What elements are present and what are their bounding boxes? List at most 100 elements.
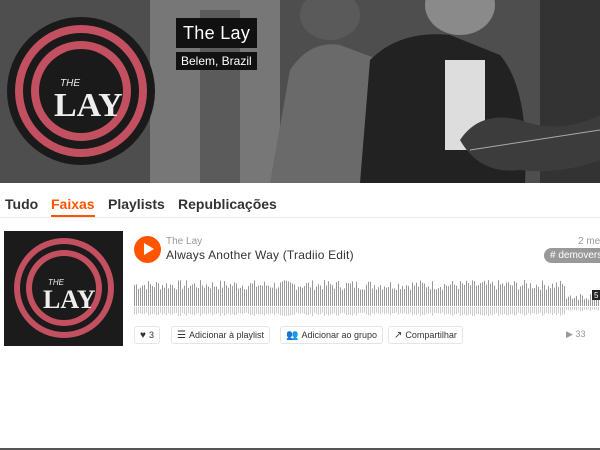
waveform-bar: [136, 284, 137, 306]
waveform-reflection-bar: [228, 307, 229, 314]
like-button[interactable]: ♥ 3: [134, 326, 160, 344]
waveform-bar: [472, 280, 473, 306]
waveform-reflection-bar: [378, 307, 379, 314]
waveform-bar: [310, 287, 311, 306]
waveform-reflection-bar: [582, 307, 583, 311]
track-uploader[interactable]: The Lay: [166, 236, 202, 247]
waveform-bar: [180, 280, 181, 306]
play-button[interactable]: [134, 236, 161, 263]
waveform-reflection-bar: [598, 307, 599, 311]
waveform-bar: [414, 285, 415, 306]
waveform-bar: [488, 280, 489, 306]
waveform-bar: [320, 285, 321, 306]
waveform-reflection-bar: [210, 307, 211, 314]
add-to-playlist-button[interactable]: ☰ Adicionar à playlist: [171, 326, 271, 344]
waveform-bar: [146, 289, 147, 306]
waveform-reflection-bar: [254, 307, 255, 316]
waveform-bar: [200, 280, 201, 306]
waveform-reflection-bar: [538, 307, 539, 314]
waveform-bar: [148, 281, 149, 306]
waveform-bar: [236, 283, 237, 306]
waveform-bar: [226, 285, 227, 306]
waveform-bar: [340, 287, 341, 306]
track-tag[interactable]: # demoversio: [544, 248, 600, 263]
waveform-reflection-bar: [488, 307, 489, 317]
waveform-reflection-bar: [300, 307, 301, 314]
waveform-bar: [280, 282, 281, 306]
like-count: 3: [148, 330, 154, 340]
waveform-reflection-bar: [444, 307, 445, 315]
waveform-bar: [270, 287, 271, 306]
waveform-reflection-bar: [308, 307, 309, 316]
waveform-reflection-bar: [506, 307, 507, 316]
waveform-reflection-bar: [408, 307, 409, 315]
waveform-reflection-bar: [426, 307, 427, 314]
waveform-bar: [528, 288, 529, 306]
waveform-reflection-bar: [416, 307, 417, 316]
waveform-reflection-bar: [164, 307, 165, 314]
waveform-bar: [154, 287, 155, 306]
waveform-bar: [552, 283, 553, 306]
waveform-bar: [240, 287, 241, 306]
waveform-reflection-bar: [310, 307, 311, 314]
waveform-bar: [538, 286, 539, 306]
waveform-reflection-bar: [528, 307, 529, 314]
share-button[interactable]: ↗ Compartilhar: [388, 326, 463, 344]
waveform-bar: [478, 285, 479, 306]
waveform-reflection-bar: [316, 307, 317, 314]
waveform-bar: [476, 285, 477, 306]
tab-playlists[interactable]: Playlists: [108, 196, 165, 212]
waveform-bar: [354, 287, 355, 306]
waveform-bar: [480, 282, 481, 306]
waveform-bar: [426, 287, 427, 306]
waveform-bar: [498, 280, 499, 306]
waveform-reflection-bar: [334, 307, 335, 314]
waveform-reflection-bar: [380, 307, 381, 315]
profile-header: THE LAY The Lay Belem, Brazil: [0, 0, 600, 183]
waveform-reflection-bar: [246, 307, 247, 313]
waveform-bar: [158, 283, 159, 306]
waveform-reflection-bar: [484, 307, 485, 316]
waveform-reflection-bar: [174, 307, 175, 314]
waveform-reflection-bar: [452, 307, 453, 316]
waveform-reflection-bar: [424, 307, 425, 315]
waveform-bar: [366, 284, 367, 306]
waveform-reflection-bar: [346, 307, 347, 316]
waveform-reflection-bar: [456, 307, 457, 315]
waveform-reflection-bar: [352, 307, 353, 316]
waveform-bar: [370, 281, 371, 306]
track-title[interactable]: Always Another Way (Tradiio Edit): [166, 248, 354, 262]
tab-tudo[interactable]: Tudo: [5, 196, 38, 212]
waveform-bar: [578, 299, 579, 306]
waveform-reflection-bar: [510, 307, 511, 315]
waveform-reflection-bar: [478, 307, 479, 315]
waveform-bar: [346, 282, 347, 306]
waveform-bar: [166, 283, 167, 306]
waveform-bar: [466, 280, 467, 306]
waveform-reflection-bar: [440, 307, 441, 314]
waveform-bar: [292, 283, 293, 306]
waveform-bar: [406, 285, 407, 306]
waveform-bar: [222, 287, 223, 306]
waveform-bar: [232, 285, 233, 306]
waveform-bar: [182, 288, 183, 306]
waveform-reflection-bar: [524, 307, 525, 317]
track-artwork[interactable]: THE LAY: [4, 231, 123, 346]
tab-faixas[interactable]: Faixas: [51, 196, 95, 217]
waveform[interactable]: 5: [134, 270, 600, 322]
waveform-reflection-bar: [136, 307, 137, 315]
artist-avatar[interactable]: THE LAY: [6, 16, 156, 166]
waveform-reflection-bar: [290, 307, 291, 316]
waveform-bar: [242, 285, 243, 306]
play-count-value: 33: [575, 329, 586, 339]
waveform-bar: [420, 280, 421, 306]
waveform-bar: [470, 285, 471, 306]
waveform-bar: [308, 282, 309, 306]
waveform-reflection-bar: [286, 307, 287, 316]
waveform-bar: [288, 281, 289, 306]
waveform-reflection-bar: [402, 307, 403, 315]
waveform-bar: [258, 285, 259, 306]
tab-republicacoes[interactable]: Republicações: [178, 196, 277, 212]
waveform-bar: [278, 287, 279, 306]
add-to-group-button[interactable]: 👥 Adicionar ao grupo: [280, 326, 384, 344]
